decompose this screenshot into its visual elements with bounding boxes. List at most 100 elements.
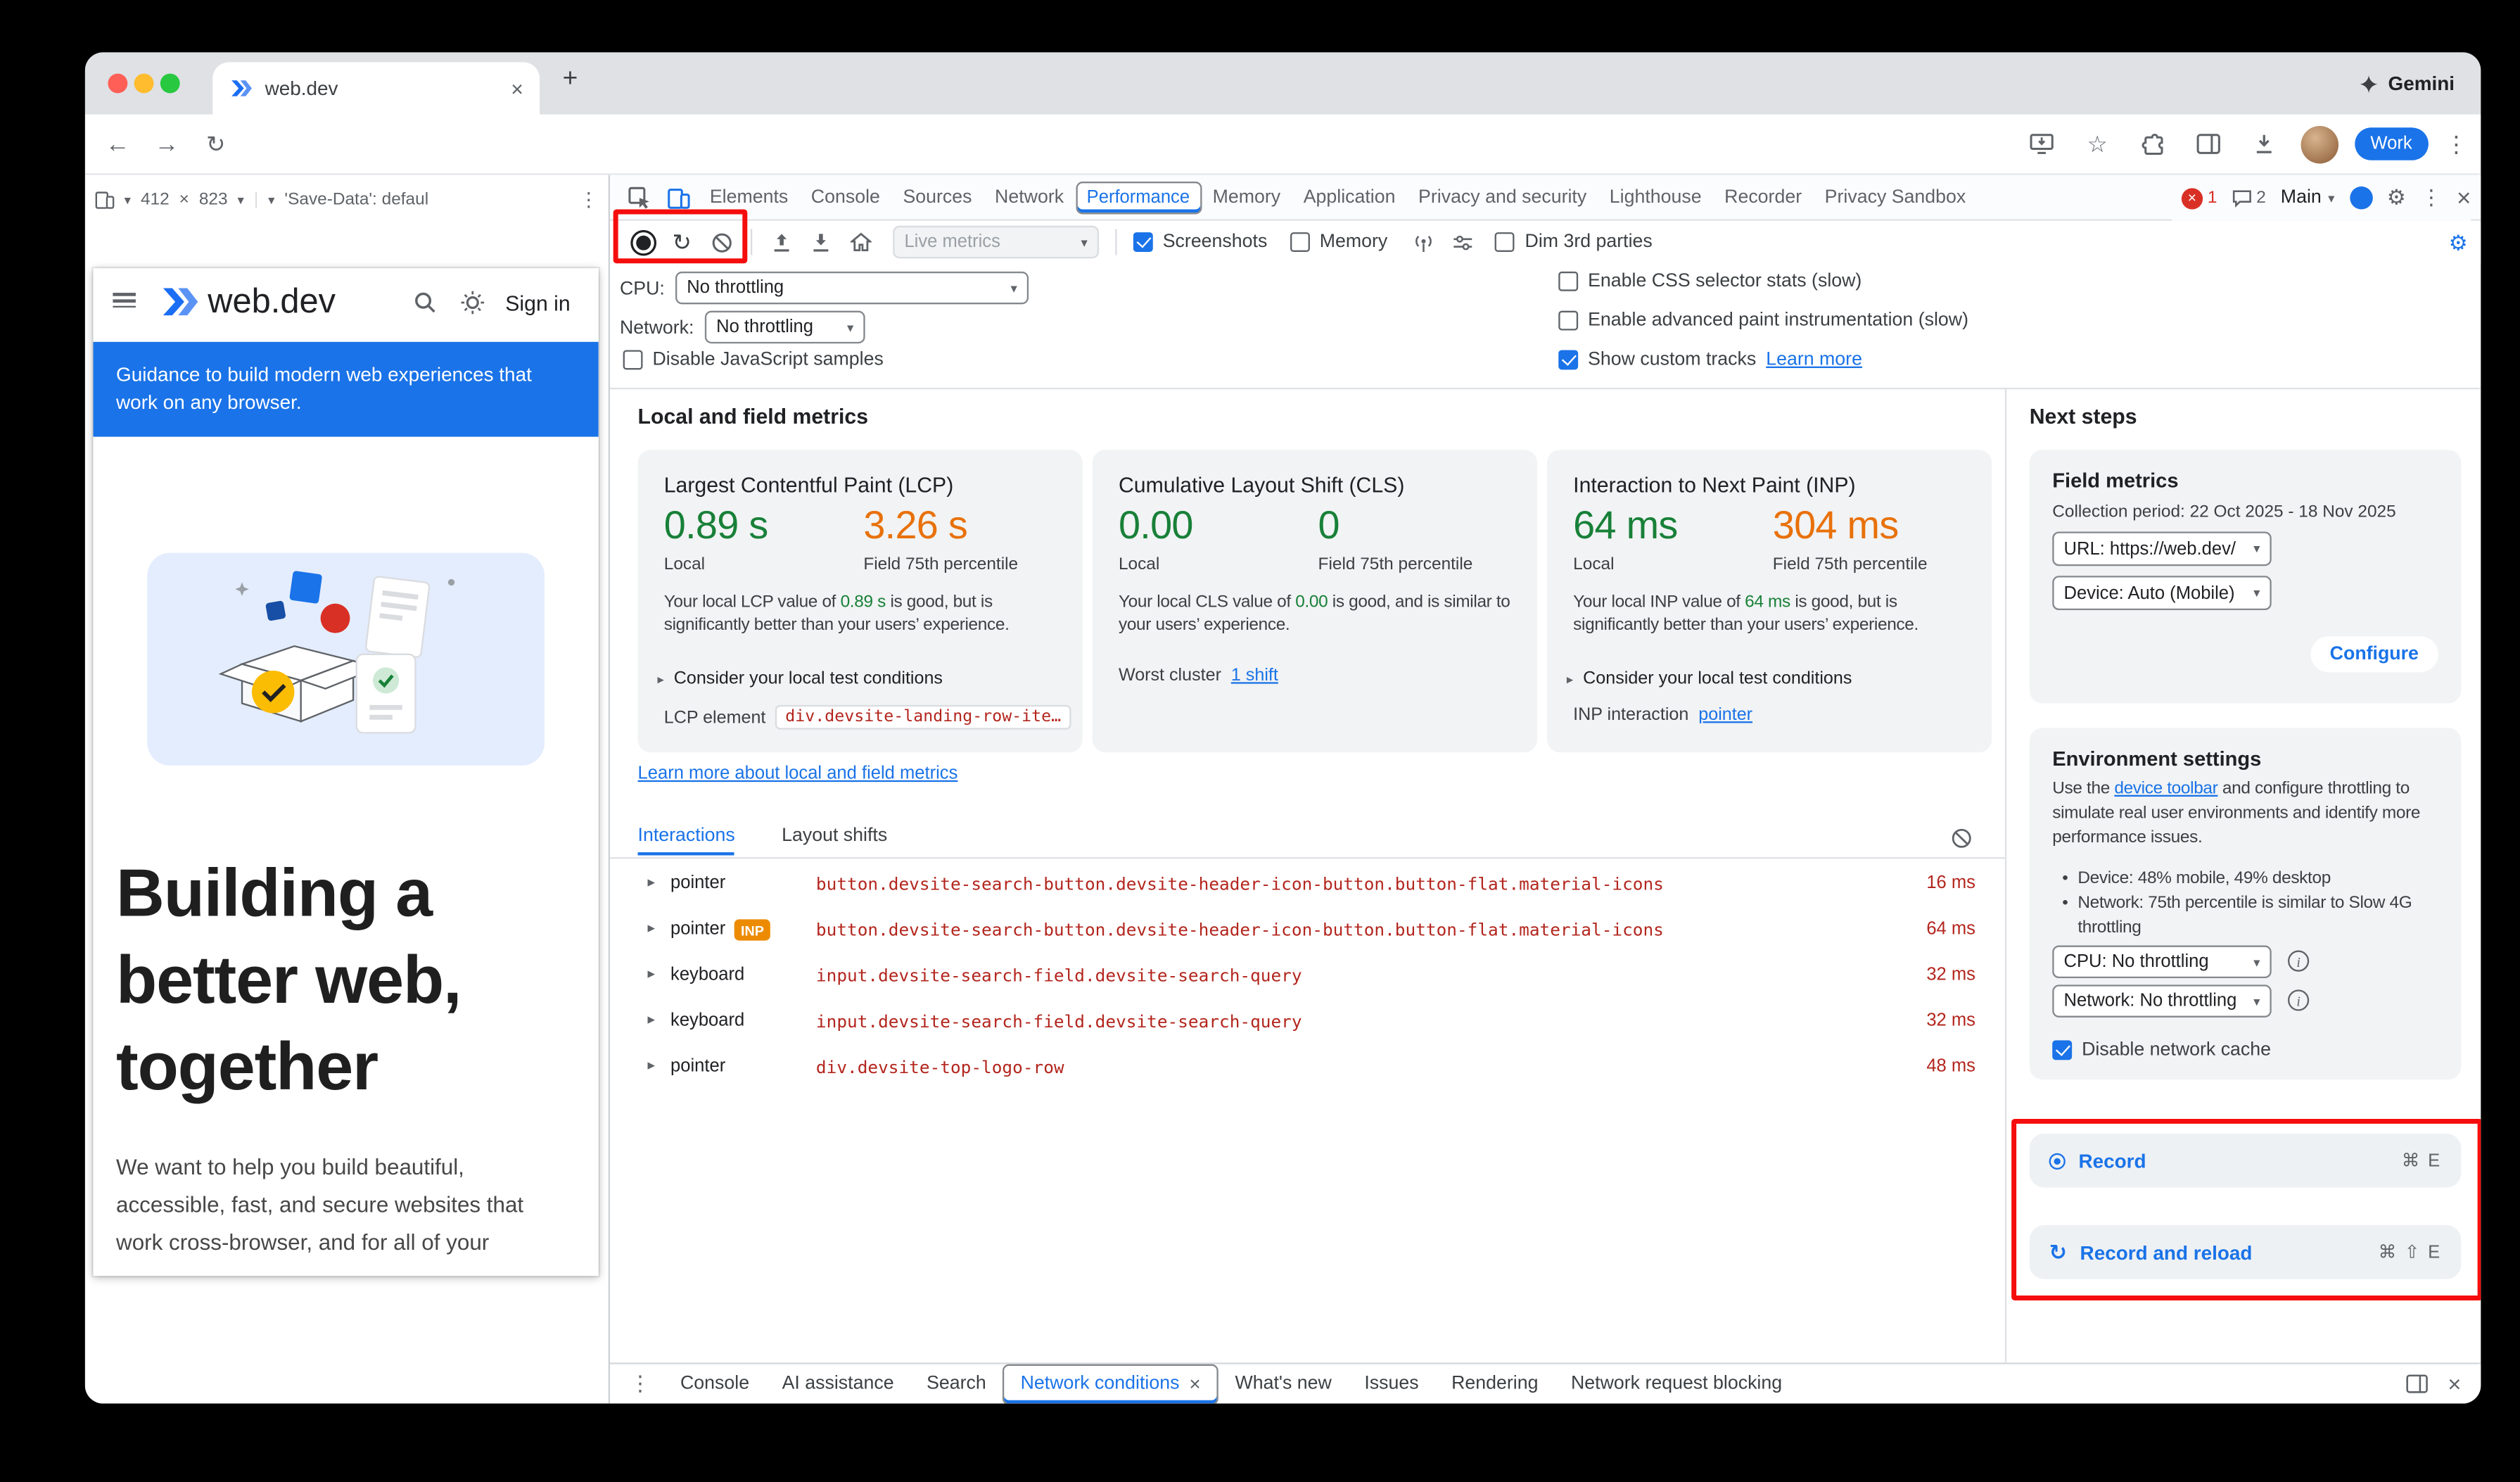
search-icon[interactable] [414, 291, 437, 315]
theme-toggle-sun-icon[interactable] [459, 289, 485, 315]
tab-layout-shifts[interactable]: Layout shifts [782, 826, 887, 846]
viewport-height[interactable]: 823 [199, 190, 228, 210]
interaction-target-link[interactable]: input.devsite-search-field.devsite-searc… [816, 1013, 1302, 1032]
live-metrics-home-icon[interactable] [841, 222, 880, 262]
interaction-row[interactable]: ▸ pointer INP button.devsite-search-butt… [610, 908, 2005, 954]
interaction-target-link[interactable]: button.devsite-search-button.devsite-hea… [816, 875, 1664, 895]
tab-recorder[interactable]: Recorder [1713, 175, 1814, 220]
bookmark-star-icon[interactable]: ☆ [2077, 125, 2117, 164]
tab-lighthouse[interactable]: Lighthouse [1598, 175, 1713, 220]
tab-privacy-sandbox[interactable]: Privacy Sandbox [1813, 175, 1977, 220]
learn-more-metrics-link[interactable]: Learn more about local and field metrics [638, 764, 958, 784]
record-and-reload-button[interactable]: ↻ Record and reload ⌘ ⇧ E [2030, 1225, 2462, 1279]
devtools-close-icon[interactable]: × [2457, 184, 2471, 213]
drawer-menu-icon[interactable]: ⋮ [610, 1371, 664, 1397]
inspect-element-icon[interactable] [620, 177, 659, 217]
tab-application[interactable]: Application [1292, 175, 1406, 220]
save-profile-icon[interactable] [762, 222, 801, 262]
hamburger-menu-icon[interactable] [113, 289, 136, 311]
row-expand-icon[interactable]: ▸ [648, 965, 656, 983]
webdev-logo-icon[interactable] [158, 288, 198, 316]
network-throttling-select[interactable]: No throttling▾ [705, 311, 865, 343]
drawer-tab-rendering[interactable]: Rendering [1435, 1363, 1555, 1403]
tab-elements[interactable]: Elements [699, 175, 800, 220]
row-expand-icon[interactable]: ▸ [648, 873, 656, 892]
back-button[interactable]: ← [98, 125, 137, 164]
throttle-caret-icon[interactable]: ▾ [268, 192, 274, 207]
interaction-target-link[interactable]: div.devsite-top-logo-row [816, 1058, 1064, 1078]
record-icon[interactable] [623, 222, 663, 262]
inp-interaction-link[interactable]: pointer [1698, 705, 1752, 725]
css-selector-stats-checkbox[interactable]: Enable CSS selector stats (slow) [1558, 272, 1862, 291]
console-errors-badge[interactable]: × 1 [2182, 187, 2217, 208]
reload-button[interactable]: ↻ [196, 125, 236, 164]
field-url-select[interactable]: URL: https://web.dev/▾ [2052, 531, 2271, 566]
js-context-selector[interactable]: Main▾ [2281, 188, 2335, 208]
record-button[interactable]: Record ⌘ E [2030, 1134, 2462, 1188]
sign-in-button[interactable]: Sign in [505, 291, 570, 316]
profile-avatar[interactable] [2300, 125, 2337, 163]
interaction-row[interactable]: ▸ pointer button.devsite-search-button.d… [610, 862, 2005, 908]
throttling-icon[interactable] [1443, 222, 1482, 262]
interaction-target-link[interactable]: input.devsite-search-field.devsite-searc… [816, 967, 1302, 987]
configure-button[interactable]: Configure [2310, 636, 2438, 672]
tab-memory[interactable]: Memory [1201, 175, 1292, 220]
tab-interactions[interactable]: Interactions [638, 826, 735, 856]
drawer-tab-network-request-blocking[interactable]: Network request blocking [1555, 1363, 1799, 1403]
memory-checkbox[interactable]: Memory [1290, 232, 1387, 252]
close-drawer-icon[interactable]: × [2448, 1371, 2461, 1397]
device-toolbar-link[interactable]: device toolbar [2114, 778, 2217, 798]
extensions-icon[interactable] [2133, 125, 2172, 164]
profile-chip[interactable]: Work [2354, 127, 2429, 160]
cpu-info-icon[interactable]: i [2288, 951, 2309, 972]
new-tab-button[interactable]: + [563, 65, 578, 95]
close-window-button[interactable] [108, 74, 127, 94]
tab-network[interactable]: Network [984, 175, 1076, 220]
save-data-dropdown[interactable]: 'Save-Data': defaul [284, 190, 428, 210]
gemini-chip[interactable]: Gemini [2360, 52, 2455, 114]
custom-tracks-learn-more-link[interactable]: Learn more [1766, 350, 1862, 369]
browser-menu-icon[interactable]: ⋮ [2445, 130, 2468, 158]
load-profile-icon[interactable] [801, 222, 841, 262]
interaction-row[interactable]: ▸ keyboard input.devsite-search-field.de… [610, 954, 2005, 999]
clear-interactions-icon[interactable] [1951, 828, 1972, 849]
device-list-caret-icon[interactable]: ▾ [125, 192, 131, 207]
disable-network-cache-checkbox[interactable]: Disable network cache [2052, 1040, 2271, 1060]
row-expand-icon[interactable]: ▸ [648, 1011, 656, 1030]
drawer-tab-search[interactable]: Search [910, 1363, 1003, 1403]
minimize-window-button[interactable] [134, 74, 154, 94]
disable-js-samples-checkbox[interactable]: Disable JavaScript samples [623, 350, 884, 369]
device-toolbar-menu-icon[interactable]: ⋮ [579, 188, 599, 211]
record-and-reload-icon[interactable]: ↻ [662, 222, 701, 262]
dim-3rd-parties-checkbox[interactable]: Dim 3rd parties [1496, 232, 1653, 252]
tab-console[interactable]: Console [800, 175, 892, 220]
drawer-tab-ai-assistance[interactable]: AI assistance [765, 1363, 910, 1403]
devtools-menu-icon[interactable]: ⋮ [2421, 185, 2442, 211]
downloads-icon[interactable] [2244, 125, 2284, 164]
drawer-tab-whats-new[interactable]: What's new [1218, 1363, 1348, 1403]
interaction-row[interactable]: ▸ pointer div.devsite-top-logo-row 48 ms [610, 1045, 2005, 1091]
close-drawer-tab-icon[interactable]: × [1189, 1372, 1200, 1395]
advanced-paint-checkbox[interactable]: Enable advanced paint instrumentation (s… [1558, 311, 1968, 331]
issues-badge[interactable]: 2 [2232, 188, 2265, 208]
screenshots-checkbox[interactable]: Screenshots [1133, 232, 1267, 252]
devtools-settings-gear-icon[interactable]: ⚙ [2387, 185, 2406, 211]
network-info-icon[interactable]: i [2288, 989, 2309, 1011]
show-custom-tracks-checkbox[interactable]: Show custom tracks Learn more [1558, 350, 1862, 369]
env-network-select[interactable]: Network: No throttling▾ [2052, 984, 2271, 1017]
inp-test-conditions-expander[interactable]: ▸Consider your local test conditions [1567, 669, 1852, 689]
maximize-window-button[interactable] [160, 74, 180, 94]
forward-button[interactable]: → [147, 125, 186, 164]
tab-privacy-and-security[interactable]: Privacy and security [1407, 175, 1598, 220]
viewport-width[interactable]: 412 [141, 190, 170, 210]
tab-sources[interactable]: Sources [891, 175, 984, 220]
clear-icon[interactable] [701, 222, 741, 262]
dock-side-icon[interactable] [2405, 1374, 2429, 1394]
network-conditions-icon[interactable] [1404, 222, 1444, 262]
drawer-tab-issues[interactable]: Issues [1348, 1363, 1435, 1403]
drawer-tab-console[interactable]: Console [664, 1363, 766, 1403]
browser-tab[interactable]: web.dev × [212, 62, 540, 114]
install-app-icon[interactable] [2022, 125, 2061, 164]
cpu-throttling-select[interactable]: No throttling▾ [675, 272, 1029, 304]
field-device-select[interactable]: Device: Auto (Mobile)▾ [2052, 576, 2271, 610]
